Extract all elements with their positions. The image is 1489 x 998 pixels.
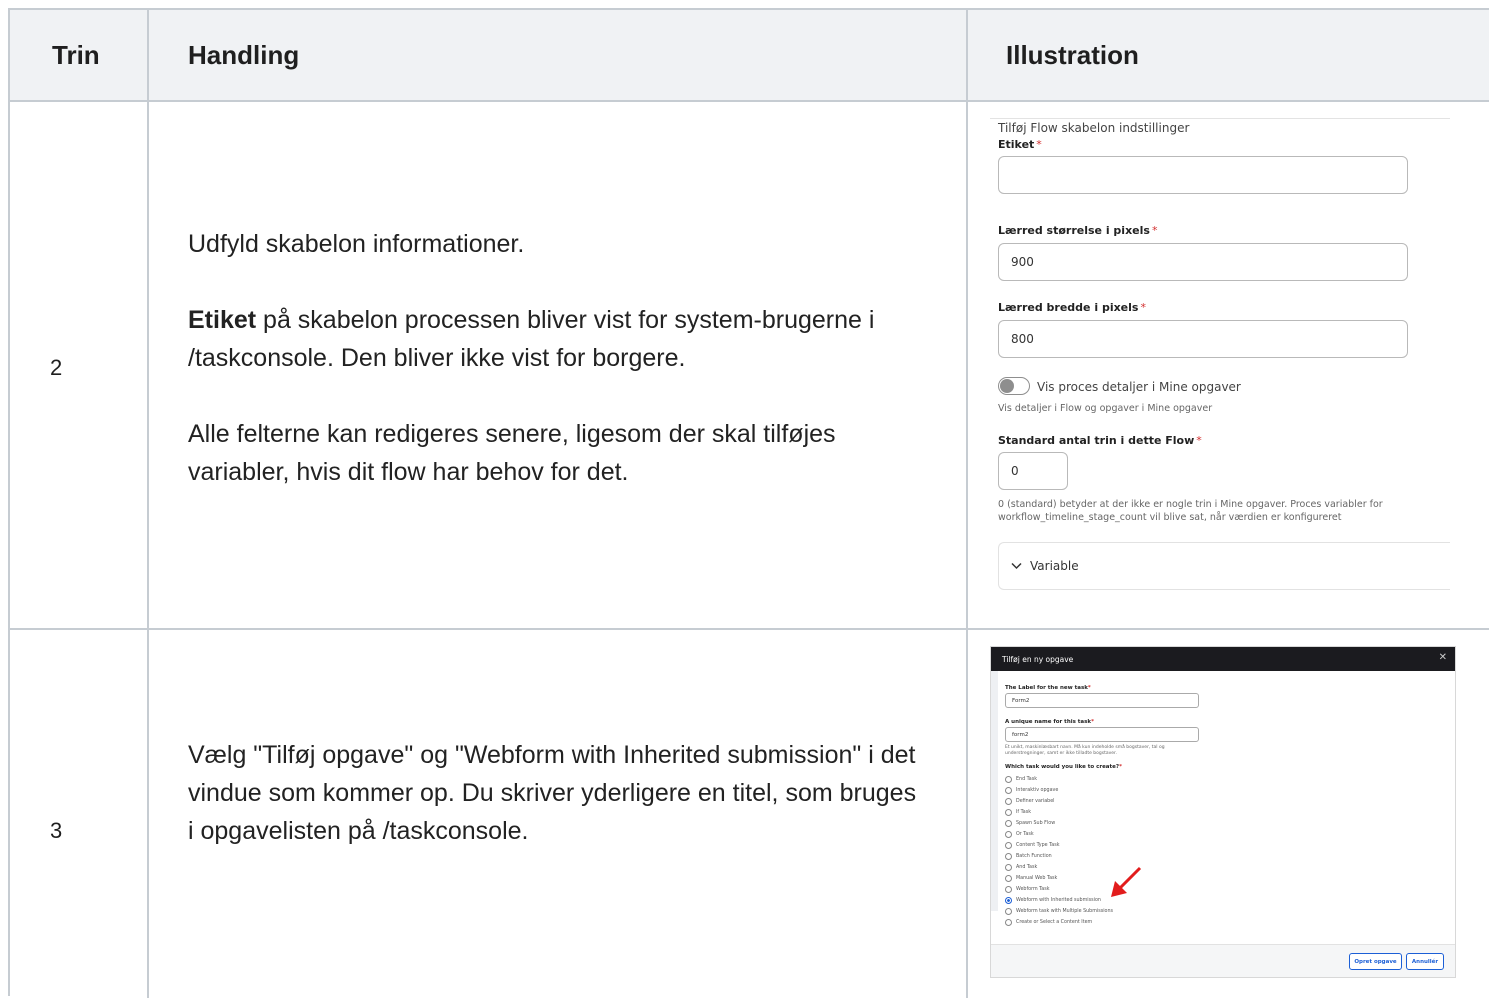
radio-button[interactable] (1005, 864, 1012, 871)
radio-button[interactable] (1005, 820, 1012, 827)
illustration-template-settings: Tilføj Flow skabelon indstillinger Etike… (990, 118, 1450, 598)
field-label: Standard antal trin i dette Flow * (998, 434, 1202, 447)
radio-button[interactable] (1005, 798, 1012, 805)
task-type-label: Webform task with Multiple Submissions (1016, 909, 1114, 914)
task-type-label: Definer variabel (1016, 799, 1055, 804)
variable-label: Variable (1030, 559, 1079, 573)
task-type-option[interactable]: If Task (1005, 807, 1031, 818)
task-type-label: Webform Task (1016, 887, 1050, 892)
step-number: 3 (50, 818, 63, 843)
field-label: Lærred bredde i pixels * (998, 301, 1146, 314)
canvas-size-input[interactable]: 900 (998, 243, 1408, 281)
task-type-option[interactable]: Create or Select a Content Item (1005, 917, 1092, 928)
header-step: Trin (52, 39, 100, 70)
red-arrow-icon (1111, 866, 1142, 897)
dialog-header: Tilføj en ny opgave (991, 647, 1455, 671)
task-type-option[interactable]: Webform Task (1005, 884, 1050, 895)
task-type-option[interactable]: End Task (1005, 774, 1037, 785)
task-type-option[interactable]: Batch Function (1005, 851, 1052, 862)
cancel-button[interactable]: Annullér (1406, 953, 1444, 970)
radio-button[interactable] (1005, 886, 1012, 893)
radio-button[interactable] (1005, 919, 1012, 926)
header-illustration: Illustration (1006, 39, 1139, 70)
task-type-option[interactable]: Or Task (1005, 829, 1034, 840)
radio-button[interactable] (1005, 853, 1012, 860)
machine-name-help: Et unikt, maskinlæsbart navn. Må kun ind… (1005, 745, 1165, 756)
task-type-option[interactable]: And Task (1005, 862, 1037, 873)
radio-button[interactable] (1005, 809, 1012, 816)
task-type-option[interactable]: Interaktiv opgave (1005, 785, 1058, 796)
task-type-label: Manual Web Task (1016, 876, 1058, 881)
task-type-label: End Task (1016, 777, 1037, 782)
field-label: The Label for the new task* (1005, 685, 1091, 691)
task-type-option[interactable]: Spawn Sub Flow (1005, 818, 1055, 829)
create-task-button[interactable]: Opret opgave (1349, 953, 1402, 970)
task-type-option[interactable]: Content Type Task (1005, 840, 1060, 851)
instruction-paragraph: Etiket på skabelon processen bliver vist… (188, 306, 875, 372)
column-divider (147, 10, 149, 998)
field-label: Etiket * (998, 138, 1042, 151)
radio-button[interactable] (1005, 831, 1012, 838)
field-label: Lærred størrelse i pixels * (998, 224, 1158, 237)
section-title: Tilføj Flow skabelon indstillinger (998, 121, 1190, 135)
radio-button[interactable] (1005, 842, 1012, 849)
column-divider (966, 10, 968, 998)
task-type-label: And Task (1016, 865, 1038, 870)
instruction-paragraph: Udfyld skabelon informationer. (188, 230, 525, 258)
header-action: Handling (188, 39, 300, 70)
task-label-input[interactable]: Form2 (1005, 693, 1199, 708)
illustration-add-task-dialog: Tilføj en ny opgave ✕ The Label for the … (990, 646, 1456, 978)
canvas-width-input[interactable]: 800 (998, 320, 1408, 358)
instruction-paragraph: Vælg "Tilføj opgave" og "Webform with In… (188, 741, 917, 845)
row-divider (10, 628, 1489, 630)
etiket-input[interactable] (998, 156, 1408, 194)
step-instructions: Vælg "Tilføj opgave" og "Webform with In… (188, 736, 928, 850)
task-type-label: Content Type Task (1016, 843, 1060, 848)
table-header: Trin Handling Illustration (10, 10, 1489, 102)
task-type-option[interactable]: Manual Web Task (1005, 873, 1057, 884)
task-type-label: Interaktiv opgave (1016, 788, 1059, 793)
step-instructions: Udfyld skabelon informationer. Etiket på… (188, 225, 928, 491)
task-type-option[interactable]: Webform task with Multiple Submissions (1005, 906, 1113, 917)
field-label: Which task would you like to create?* (1005, 764, 1122, 770)
stage-count-input[interactable]: 0 (998, 452, 1068, 490)
instruction-paragraph: Alle felterne kan redigeres senere, lige… (188, 420, 836, 486)
task-type-label: Or Task (1016, 832, 1034, 837)
radio-button[interactable] (1005, 897, 1012, 904)
dialog-title: Tilføj en ny opgave (1002, 654, 1074, 664)
toggle-label: Vis proces detaljer i Mine opgaver (1037, 380, 1241, 394)
chevron-down-icon (1011, 559, 1022, 573)
close-icon[interactable]: ✕ (1439, 652, 1447, 663)
radio-button[interactable] (1005, 776, 1012, 783)
task-type-label: Batch Function (1016, 854, 1052, 859)
variable-section-toggle[interactable]: Variable (998, 542, 1450, 590)
task-type-label: Create or Select a Content Item (1016, 920, 1093, 925)
step-number: 2 (50, 355, 63, 380)
task-type-option[interactable]: Webform with Inherited submission (1005, 895, 1101, 906)
toggle-help: Vis detaljer i Flow og opgaver i Mine op… (998, 403, 1213, 414)
details-toggle[interactable] (998, 377, 1030, 395)
radio-button[interactable] (1005, 875, 1012, 882)
task-machine-name-input[interactable]: form2 (1005, 727, 1199, 742)
task-type-option[interactable]: Definer variabel (1005, 796, 1055, 807)
field-label: A unique name for this task* (1005, 719, 1094, 725)
task-type-label: If Task (1016, 810, 1031, 815)
radio-button[interactable] (1005, 908, 1012, 915)
task-type-label: Webform with Inherited submission (1016, 898, 1101, 903)
task-type-label: Spawn Sub Flow (1016, 821, 1056, 826)
radio-button[interactable] (1005, 787, 1012, 794)
stage-count-help: 0 (standard) betyder at der ikke er nogl… (998, 499, 1383, 523)
